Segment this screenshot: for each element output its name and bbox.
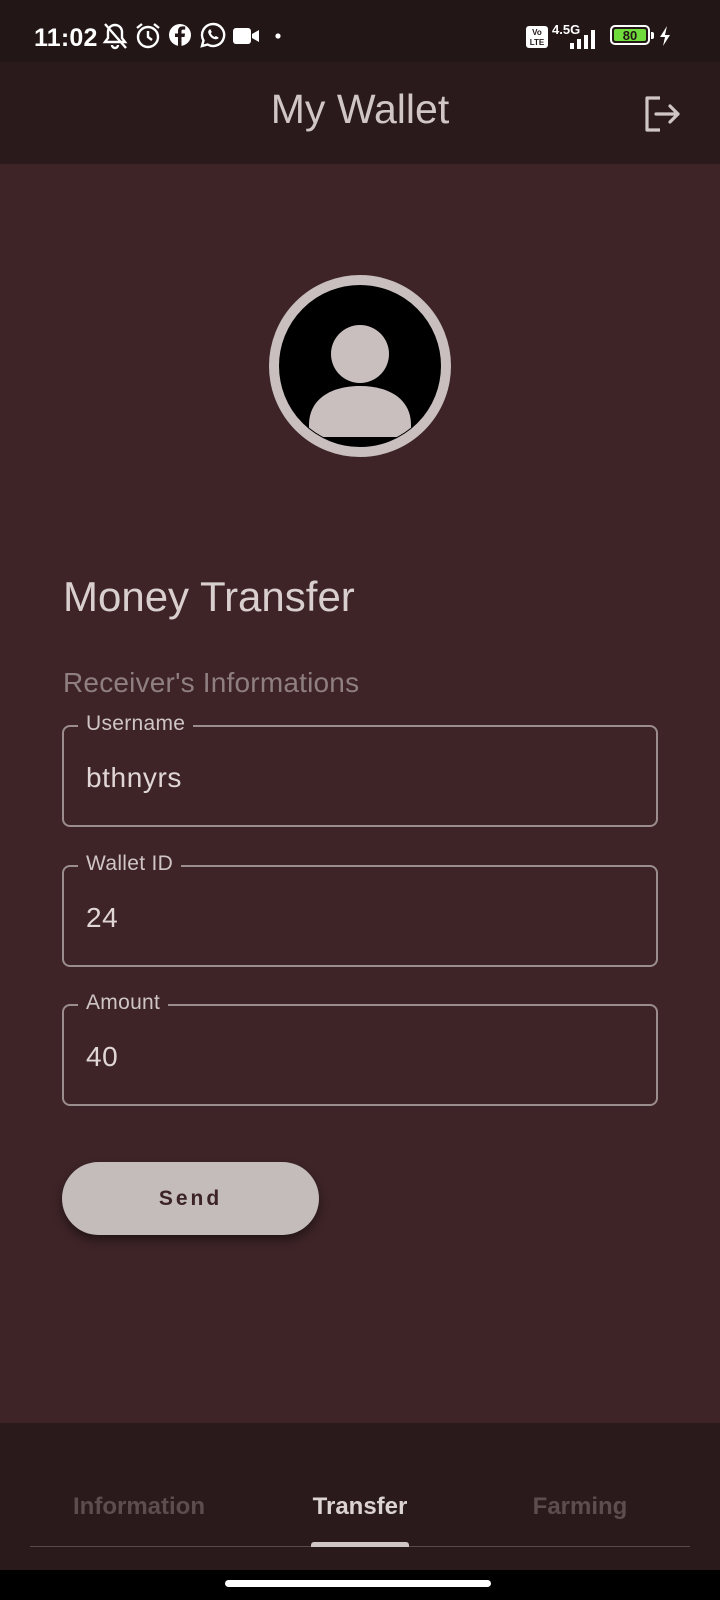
status-bar: 11:02 Vo LTE 4.5G 80: [0, 0, 720, 62]
whatsapp-icon: [200, 22, 226, 48]
username-input[interactable]: [84, 751, 636, 805]
bottom-nav: Information Transfer Farming: [0, 1423, 720, 1570]
amount-field: Amount: [62, 991, 658, 1106]
gesture-bar: [0, 1570, 720, 1600]
avatar: [269, 275, 451, 457]
tab-information[interactable]: Information: [29, 1493, 249, 1521]
page-title: My Wallet: [270, 86, 450, 132]
bell-off-icon: [102, 23, 128, 50]
status-system-icons: Vo LTE 4.5G 80: [526, 22, 686, 52]
username-label: Username: [78, 712, 194, 736]
video-camera-icon: [233, 28, 259, 44]
logout-button[interactable]: [640, 92, 684, 136]
facebook-icon: [169, 24, 191, 46]
amount-input[interactable]: [84, 1030, 636, 1084]
dot-icon: [275, 33, 281, 39]
signal-icon: [570, 30, 595, 49]
logout-icon: [645, 96, 680, 132]
status-time: 11:02: [34, 24, 98, 52]
transfer-title: Money Transfer: [63, 573, 355, 620]
svg-text:Vo: Vo: [532, 28, 542, 37]
wallet-id-label: Wallet ID: [78, 852, 182, 876]
tab-transfer[interactable]: Transfer: [250, 1493, 470, 1521]
send-button[interactable]: Send: [62, 1162, 319, 1235]
home-indicator[interactable]: [225, 1580, 491, 1587]
person-icon: [269, 275, 451, 457]
volte-icon: Vo LTE: [526, 26, 548, 48]
svg-text:LTE: LTE: [530, 38, 545, 47]
tab-farming[interactable]: Farming: [470, 1493, 690, 1521]
active-tab-indicator: [311, 1542, 409, 1547]
wallet-id-input[interactable]: [84, 891, 636, 945]
battery-level: 80: [622, 28, 638, 43]
username-field: Username: [62, 712, 658, 827]
battery-icon: 80: [610, 25, 654, 45]
receiver-info-subtitle: Receiver's Informations: [63, 667, 360, 698]
wallet-id-field: Wallet ID: [62, 852, 658, 967]
charging-icon: [660, 26, 670, 46]
alarm-icon: [136, 23, 160, 49]
amount-label: Amount: [78, 991, 169, 1015]
app-bar: My Wallet: [0, 62, 720, 164]
